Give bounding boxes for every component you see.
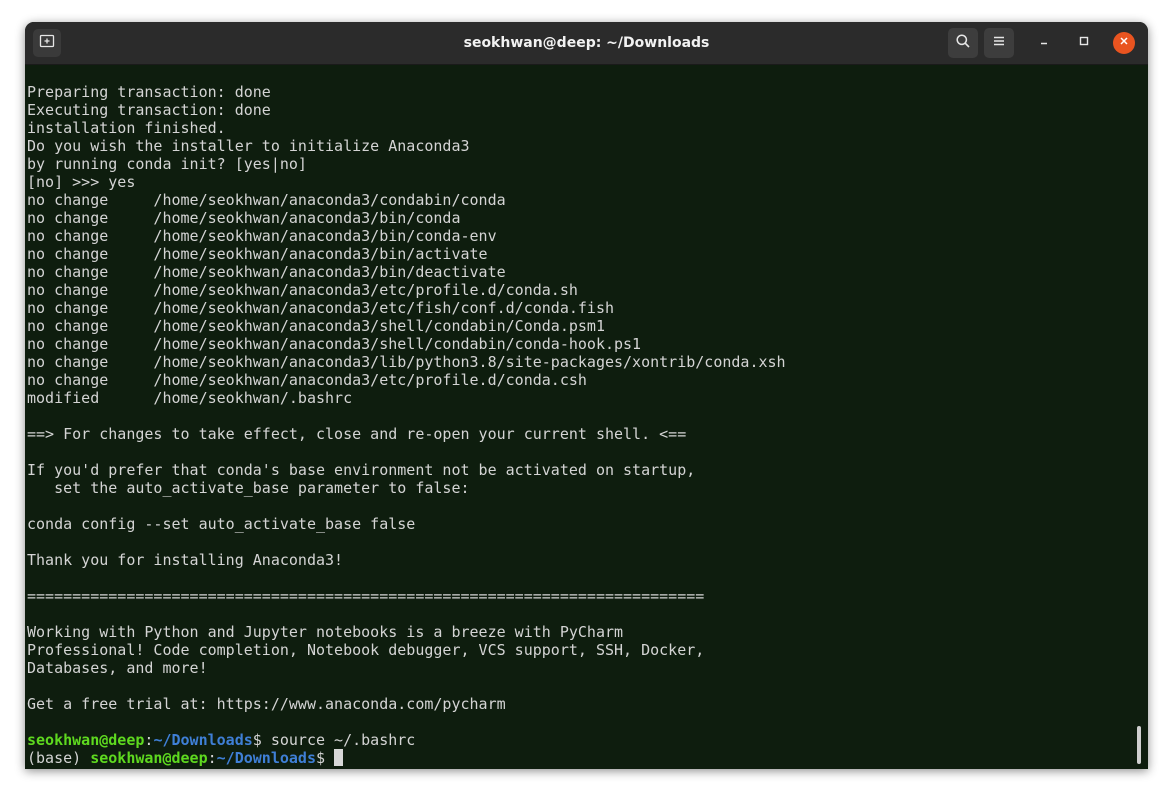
terminal-line: Get a free trial at: https://www.anacond… (27, 695, 506, 713)
terminal-line: no change /home/seokhwan/anaconda3/conda… (27, 191, 506, 209)
terminal-line: no change /home/seokhwan/anaconda3/bin/c… (27, 209, 461, 227)
terminal-line: no change /home/seokhwan/anaconda3/shell… (27, 317, 605, 335)
prompt-user: seokhwan@deep (27, 731, 145, 749)
terminal-line: Thank you for installing Anaconda3! (27, 551, 344, 569)
terminal-line: ========================================… (27, 587, 705, 605)
terminal-line: [no] >>> yes (27, 173, 136, 191)
prompt-dollar: $ (316, 749, 326, 767)
prompt-path: ~/Downloads (153, 731, 253, 749)
title-bar[interactable]: seokhwan@deep: ~/Downloads (25, 22, 1148, 65)
minimize-button[interactable] (1033, 32, 1055, 54)
prompt-dollar: $ (252, 731, 262, 749)
maximize-button[interactable] (1073, 32, 1095, 54)
terminal-line: Preparing transaction: done (27, 83, 271, 101)
terminal-line: no change /home/seokhwan/anaconda3/etc/f… (27, 299, 614, 317)
terminal-line: no change /home/seokhwan/anaconda3/shell… (27, 335, 642, 353)
prompt-user: seokhwan@deep (90, 749, 208, 767)
terminal-line: by running conda init? [yes|no] (27, 155, 307, 173)
terminal-line: no change /home/seokhwan/anaconda3/etc/p… (27, 281, 578, 299)
close-button[interactable] (1113, 32, 1135, 54)
conda-env-indicator: (base) (27, 749, 91, 767)
window-title: seokhwan@deep: ~/Downloads (463, 35, 710, 51)
search-button[interactable] (948, 28, 978, 58)
prompt-command: source ~/.bashrc (261, 731, 416, 749)
hamburger-menu-icon (992, 34, 1006, 53)
prompt-separator: : (207, 749, 217, 767)
terminal-line: Working with Python and Jupyter notebook… (27, 623, 624, 641)
terminal-line: no change /home/seokhwan/anaconda3/bin/c… (27, 227, 497, 245)
terminal-line: no change /home/seokhwan/anaconda3/lib/p… (27, 353, 786, 371)
prompt-line-active[interactable]: (base) seokhwan@deep:~/Downloads$ (27, 749, 1127, 767)
terminal-line: ==> For changes to take effect, close an… (27, 425, 687, 443)
new-tab-button[interactable] (33, 29, 61, 57)
scrollbar-thumb[interactable] (1137, 726, 1141, 764)
new-tab-icon (39, 33, 55, 54)
terminal-line: modified /home/seokhwan/.bashrc (27, 389, 353, 407)
terminal-line: no change /home/seokhwan/anaconda3/etc/p… (27, 371, 587, 389)
terminal-line: conda config --set auto_activate_base fa… (27, 515, 416, 533)
terminal-line: installation finished. (27, 119, 226, 137)
terminal-line: Databases, and more! (27, 659, 208, 677)
prompt-command (325, 749, 334, 767)
terminal-line: Executing transaction: done (27, 101, 271, 119)
menu-button[interactable] (984, 28, 1014, 58)
prompt-line: seokhwan@deep:~/Downloads$ source ~/.bas… (27, 731, 1127, 749)
terminal-line: If you'd prefer that conda's base enviro… (27, 461, 696, 479)
close-icon (1118, 34, 1130, 52)
maximize-icon (1078, 34, 1090, 52)
terminal-window: seokhwan@deep: ~/Downloads Preparing tra… (25, 22, 1148, 769)
minimize-icon (1038, 34, 1050, 52)
terminal-line: no change /home/seokhwan/anaconda3/bin/a… (27, 245, 488, 263)
terminal-line: Professional! Code completion, Notebook … (27, 641, 705, 659)
terminal-line: Do you wish the installer to initialize … (27, 137, 470, 155)
terminal-output[interactable]: Preparing transaction: done Executing tr… (27, 83, 1127, 767)
search-icon (955, 33, 971, 54)
terminal-line: set the auto_activate_base parameter to … (27, 479, 470, 497)
prompt-path: ~/Downloads (216, 749, 316, 767)
text-cursor (334, 749, 344, 766)
terminal-line: no change /home/seokhwan/anaconda3/bin/d… (27, 263, 506, 281)
